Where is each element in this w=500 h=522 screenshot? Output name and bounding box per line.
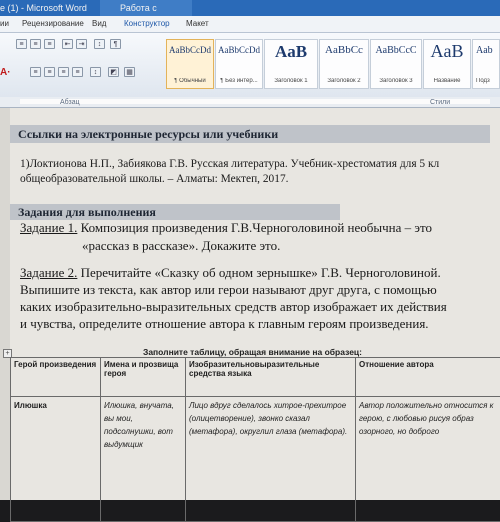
task-1: Задание 1. Композиция произведения Г.В.Ч… xyxy=(20,220,500,236)
style-label: Подз xyxy=(473,78,499,84)
styles-group-label: Стили xyxy=(430,99,450,106)
style-subtitle[interactable]: Aab Подз xyxy=(472,39,500,89)
task-1-line-2: «рассказ в рассказе». Докажите это. xyxy=(82,238,500,254)
ribbon-tabs: ии Рецензирование Вид Конструктор Макет xyxy=(0,16,500,33)
style-preview: AaB xyxy=(265,42,317,62)
table-caption: Заполните таблицу, обращая внимание на о… xyxy=(143,347,362,357)
show-marks-icon[interactable]: ¶ xyxy=(110,39,121,49)
style-preview: AaBbCcDd xyxy=(216,45,262,55)
table-cell-means[interactable]: Лицо вдруг сделалось хитрое-прехитрое (о… xyxy=(186,397,356,522)
sort-icon[interactable]: ↕ xyxy=(94,39,105,49)
style-label: Заголовок 2 xyxy=(320,78,368,84)
align-left-icon[interactable]: ≡ xyxy=(30,67,41,77)
table-header-cell[interactable]: Изобразительновыразительные средства язы… xyxy=(186,358,356,397)
align-center-icon[interactable]: ≡ xyxy=(44,67,55,77)
style-preview: AaBbCcC xyxy=(371,45,421,56)
style-label: Заголовок 3 xyxy=(371,78,421,84)
style-preview: AaBbCc xyxy=(320,44,368,56)
task-2-line-2: Выпишите из текста, как автор или герои … xyxy=(20,282,500,298)
sample-table: Герой произведения Имена и прозвища геро… xyxy=(10,357,500,522)
context-tab-group[interactable]: Работа с таблицами xyxy=(100,0,192,16)
style-label: ¶ Без интер... xyxy=(216,78,262,84)
task-1-label: Задание 1. xyxy=(20,220,77,235)
ruler-track xyxy=(20,99,490,104)
reference-line-2: общеобразовательной школы. – Алматы: Мек… xyxy=(20,172,490,187)
numbering-icon[interactable]: ≡ xyxy=(30,39,41,49)
table-header-cell[interactable]: Герой произведения xyxy=(11,358,101,397)
task-2-label: Задание 2. xyxy=(20,265,77,280)
style-preview: AaB xyxy=(424,41,470,62)
title-bar: e (1) - Microsoft Word Работа с таблицам… xyxy=(0,0,500,16)
table-cell-names[interactable]: Илюшка, внучата, вы мои, подсолнушки, во… xyxy=(101,397,186,522)
tab-view[interactable]: Вид xyxy=(92,19,106,28)
increase-indent-icon[interactable]: ⇥ xyxy=(76,39,87,49)
table-row: Илюшка Илюшка, внучата, вы мои, подсолну… xyxy=(11,397,500,522)
align-right-icon[interactable]: ≡ xyxy=(58,67,69,77)
style-label: ¶ Обычный xyxy=(167,78,213,84)
justify-icon[interactable]: ≡ xyxy=(72,67,83,77)
table-header-cell[interactable]: Отношение автора xyxy=(356,358,500,397)
line-spacing-icon[interactable]: ↕ xyxy=(90,67,101,77)
tab-design[interactable]: Конструктор xyxy=(124,19,170,28)
paragraph-group-label: Абзац xyxy=(60,99,80,106)
window-title: e (1) - Microsoft Word xyxy=(0,3,87,13)
bullets-icon[interactable]: ≡ xyxy=(16,39,27,49)
table-cell-attitude[interactable]: Автор положительно относится к герою, с … xyxy=(356,397,500,522)
tasks-heading: Задания для выполнения xyxy=(10,204,340,220)
style-heading-1[interactable]: AaB Заголовок 1 xyxy=(264,39,318,89)
task-2-line-3: каких изобразительно-выразительных средс… xyxy=(20,299,500,315)
styles-gallery: AaBbCcDd ¶ Обычный AaBbCcDd ¶ Без интер.… xyxy=(166,39,500,91)
style-normal[interactable]: AaBbCcDd ¶ Обычный xyxy=(166,39,214,89)
font-color-icon[interactable]: A· xyxy=(0,67,14,79)
tab-layout[interactable]: Макет xyxy=(186,19,209,28)
decrease-indent-icon[interactable]: ⇤ xyxy=(62,39,73,49)
table-cell-hero[interactable]: Илюшка xyxy=(11,397,101,522)
style-heading-2[interactable]: AaBbCc Заголовок 2 xyxy=(319,39,369,89)
sources-heading: Ссылки на электронные ресурсы или учебни… xyxy=(10,125,490,143)
task-1-text: Композиция произведения Г.В.Черноголовин… xyxy=(77,220,432,235)
tab-review[interactable]: Рецензирование xyxy=(22,19,84,28)
table-header-row: Герой произведения Имена и прозвища геро… xyxy=(11,358,500,397)
borders-icon[interactable]: ▦ xyxy=(124,67,135,77)
task-2-text: Перечитайте «Сказку об одном зернышке» Г… xyxy=(77,265,440,280)
style-preview: AaBbCcDd xyxy=(167,45,213,55)
style-heading-3[interactable]: AaBbCcC Заголовок 3 xyxy=(370,39,422,89)
tab-partial[interactable]: ии xyxy=(0,19,9,28)
style-title[interactable]: AaB Название xyxy=(423,39,471,89)
style-label: Заголовок 1 xyxy=(265,78,317,84)
table-header-cell[interactable]: Имена и прозвища героя xyxy=(101,358,186,397)
task-2: Задание 2. Перечитайте «Сказку об одном … xyxy=(20,265,500,281)
multilevel-list-icon[interactable]: ≡ xyxy=(44,39,55,49)
style-no-spacing[interactable]: AaBbCcDd ¶ Без интер... xyxy=(215,39,263,89)
shading-icon[interactable]: ◩ xyxy=(108,67,119,77)
ribbon: A· ≡ ≡ ≡ ⇤ ⇥ ↕ ¶ ≡ ≡ ≡ ≡ ↕ ◩ ▦ AaBbCcDd … xyxy=(0,33,500,98)
style-preview: Aab xyxy=(473,45,499,56)
task-2-line-4: и чувства, определите отношение автора к… xyxy=(20,316,500,332)
reference-line-1: 1)Локтионова Н.П., Забиякова Г.В. Русска… xyxy=(20,157,490,172)
style-label: Название xyxy=(424,78,470,84)
